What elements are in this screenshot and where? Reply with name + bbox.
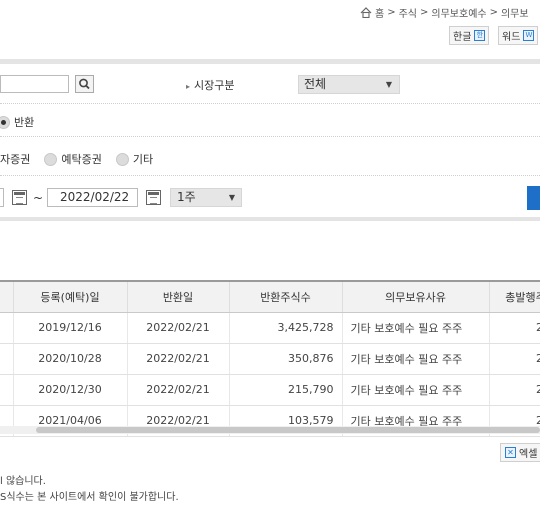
table-cell: 21,	[489, 374, 540, 406]
excel-icon: ✕	[505, 447, 516, 458]
table-row[interactable]: 2019/12/16 2022/02/21 3,425,728 기타 보호예수 …	[0, 312, 540, 344]
column-header[interactable]: 총발행주	[489, 280, 540, 313]
period-select-value: 1주	[177, 190, 196, 204]
breadcrumb-separator: >	[420, 7, 429, 18]
word-button-label: 워드	[502, 32, 521, 43]
search-submit-button[interactable]	[527, 186, 540, 210]
section-divider	[0, 59, 540, 64]
table-cell: 2022/02/21	[127, 312, 230, 344]
chevron-down-icon: ▼	[385, 80, 392, 89]
breadcrumb-current: 의무보	[500, 9, 529, 20]
deposit-security-label: 예탁증권	[61, 153, 102, 166]
deposit-security-radio[interactable]	[44, 152, 58, 166]
table-cell: 21,	[489, 312, 540, 344]
result-table-container: 등록(예탁)일 반환일 반환주식수 의무보유사유 총발행주 2019/12/16…	[0, 280, 540, 437]
other-radio[interactable]	[115, 152, 129, 166]
market-type-label: ▸ 시장구분	[186, 77, 235, 93]
table-cell: 2022/02/21	[127, 343, 230, 375]
table-row[interactable]: 2020/10/28 2022/02/21 350,876 기타 보호예수 필요…	[0, 343, 540, 375]
search-icon	[79, 78, 90, 90]
table-cell: 350,876	[229, 343, 343, 375]
section-divider	[0, 217, 540, 221]
security-type-partial-label: 자증권	[0, 153, 31, 166]
table-cell: 기타 보호예수 필요 주주	[342, 374, 490, 406]
table-cell: 기타 보호예수 필요 주주	[342, 312, 490, 344]
breadcrumb-stock[interactable]: 주식	[399, 5, 417, 20]
column-header	[0, 280, 14, 313]
bullet-icon: ▸	[186, 82, 191, 91]
table-cell	[0, 312, 14, 344]
row-divider	[0, 175, 540, 176]
footnote-line: l 않습니다.	[0, 476, 46, 487]
table-cell: 3,425,728	[229, 312, 343, 344]
return-radio[interactable]	[0, 115, 10, 129]
breadcrumb-separator: >	[489, 7, 498, 18]
breadcrumb: 홈 > 주식 > 의무보호예수 > 의무보	[360, 5, 529, 20]
row-divider	[0, 136, 540, 137]
table-cell: 215,790	[229, 374, 343, 406]
hwp-icon: 한	[474, 30, 486, 41]
table-cell: 21,	[489, 343, 540, 375]
market-select-value: 전체	[304, 77, 327, 91]
end-date-value: 2022/02/22	[60, 190, 130, 204]
column-header[interactable]: 등록(예탁)일	[13, 280, 128, 313]
return-radio-label: 반환	[14, 116, 35, 129]
result-table: 등록(예탁)일 반환일 반환주식수 의무보유사유 총발행주 2019/12/16…	[0, 280, 540, 437]
table-cell	[0, 343, 14, 375]
word-download-button[interactable]: 워드 W	[498, 26, 539, 45]
hwp-download-button[interactable]: 한글 한	[449, 26, 490, 45]
chevron-down-icon: ▼	[228, 193, 235, 202]
search-button[interactable]	[75, 75, 94, 93]
excel-download-button[interactable]: ✕ 엑셀	[500, 443, 540, 462]
start-date-input[interactable]	[0, 188, 4, 207]
hwp-button-label: 한글	[453, 32, 472, 43]
table-cell	[0, 374, 14, 406]
table-cell: 2019/12/16	[13, 312, 128, 344]
table-cell: 2020/12/30	[13, 374, 128, 406]
scrollbar-thumb[interactable]	[36, 427, 540, 433]
company-search-input[interactable]	[0, 75, 69, 93]
date-separator: ~	[33, 191, 44, 205]
row-divider	[0, 103, 540, 104]
column-header[interactable]: 의무보유사유	[342, 280, 490, 313]
end-date-input[interactable]: 2022/02/22	[47, 188, 138, 207]
period-select[interactable]: 1주 ▼	[170, 188, 242, 207]
return-radio-group: 반환	[0, 114, 34, 130]
home-icon[interactable]	[360, 7, 372, 18]
security-type-radio-group: 자증권 예탁증권 기타	[0, 151, 153, 167]
table-cell: 기타 보호예수 필요 주주	[342, 343, 490, 375]
table-row[interactable]: 2020/12/30 2022/02/21 215,790 기타 보호예수 필요…	[0, 374, 540, 406]
market-label-text: 시장구분	[194, 79, 235, 92]
breadcrumb-separator: >	[387, 7, 396, 18]
word-icon: W	[523, 30, 535, 41]
table-header-row: 등록(예탁)일 반환일 반환주식수 의무보유사유 총발행주	[0, 280, 540, 313]
other-radio-label: 기타	[132, 153, 154, 166]
table-cell: 2020/10/28	[13, 343, 128, 375]
table-cell: 2022/02/21	[127, 374, 230, 406]
market-type-select[interactable]: 전체 ▼	[298, 75, 400, 94]
breadcrumb-home[interactable]: 홈	[375, 5, 384, 20]
excel-button-label: 엑셀	[519, 449, 538, 460]
calendar-icon[interactable]	[146, 190, 161, 205]
footnote-line: S식수는 본 사이트에서 확인이 불가합니다.	[0, 492, 179, 503]
column-header[interactable]: 반환주식수	[229, 280, 343, 313]
breadcrumb-lockup[interactable]: 의무보호예수	[431, 5, 486, 20]
column-header[interactable]: 반환일	[127, 280, 230, 313]
calendar-icon[interactable]	[12, 190, 27, 205]
